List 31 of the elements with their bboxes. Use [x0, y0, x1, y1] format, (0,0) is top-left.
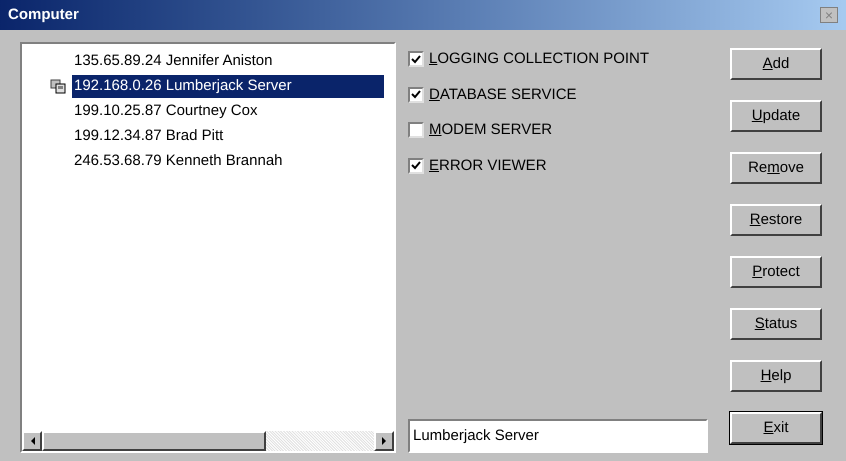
action-button[interactable]: Help	[730, 360, 822, 392]
checkbox[interactable]	[408, 122, 424, 138]
list-item[interactable]: 199.12.34.87 Brad Pitt	[72, 125, 384, 148]
scroll-thumb[interactable]	[42, 431, 266, 451]
default-action-button[interactable]: Exit	[730, 412, 822, 444]
checkbox[interactable]	[408, 158, 424, 174]
check-icon	[411, 54, 421, 64]
action-button[interactable]: Update	[730, 100, 822, 132]
scroll-left-button[interactable]	[22, 431, 42, 451]
action-button[interactable]: Add	[730, 48, 822, 80]
list-item[interactable]: 135.65.89.24 Jennifer Aniston	[72, 50, 384, 73]
action-button[interactable]: Status	[730, 308, 822, 340]
list-item[interactable]: 246.53.68.79 Kenneth Brannah	[72, 150, 384, 173]
right-arrow-icon	[382, 437, 386, 445]
action-button[interactable]: Restore	[730, 204, 822, 236]
left-arrow-icon	[30, 437, 34, 445]
checkbox-label: MODEM SERVER	[429, 120, 552, 140]
window-title: Computer	[8, 4, 79, 25]
check-icon	[411, 161, 421, 170]
list-item[interactable]: 192.168.0.26 Lumberjack Server	[72, 75, 384, 98]
action-button[interactable]: Remove	[730, 152, 822, 184]
checkbox[interactable]	[408, 51, 424, 68]
name-field[interactable]: Lumberjack Server	[408, 419, 708, 453]
checkbox-label: LOGGING COLLECTION POINT	[429, 49, 650, 69]
check-icon	[411, 90, 421, 100]
checkbox-label: ERROR VIEWER	[429, 156, 547, 176]
checkbox[interactable]	[408, 86, 424, 103]
checkbox-label: DATABASE SERVICE	[429, 84, 577, 104]
scroll-right-button[interactable]	[374, 431, 394, 451]
list-item[interactable]: 199.10.25.87 Courtney Cox	[72, 100, 384, 123]
action-button[interactable]: Protect	[730, 256, 822, 288]
